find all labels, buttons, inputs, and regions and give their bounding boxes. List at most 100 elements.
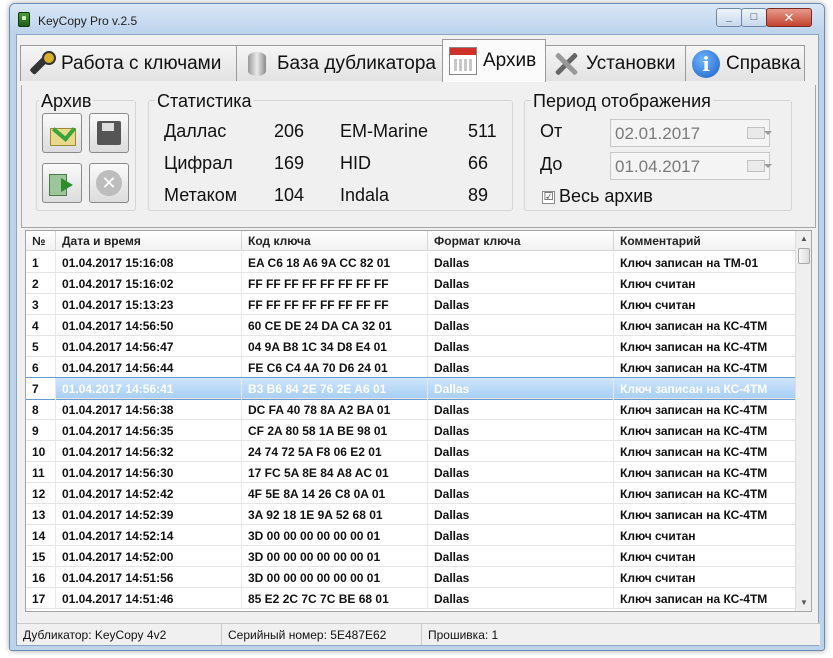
- load-archive-button[interactable]: [42, 113, 82, 153]
- row-datetime: 01.04.2017 14:56:32: [56, 441, 242, 462]
- row-key-code: FF FF FF FF FF FF FF FF: [242, 294, 428, 315]
- row-comment: Ключ записан на КС-4ТМ: [614, 483, 797, 504]
- stat-name-cyfral: Цифрал: [164, 153, 233, 173]
- table-row[interactable]: 5 01.04.2017 14:56:47 04 9A B8 1C 34 D8 E4…: [26, 336, 797, 357]
- table-row[interactable]: 14 01.04.2017 14:52:14 3D 00 00 00 00 00 0…: [26, 525, 797, 546]
- maximize-button[interactable]: □: [741, 8, 767, 27]
- row-key-format: Dallas: [428, 357, 614, 378]
- row-number: 6: [26, 357, 56, 378]
- statistics-group-title: Статистика: [155, 91, 254, 112]
- table-row[interactable]: 9 01.04.2017 14:56:35 CF 2A 80 58 1A BE 98…: [26, 420, 797, 441]
- close-button[interactable]: ✕: [766, 8, 812, 27]
- row-number: 17: [26, 588, 56, 609]
- row-number: 12: [26, 483, 56, 504]
- table-row[interactable]: 8 01.04.2017 14:56:38 DC FA 40 78 8A A2 BA…: [26, 399, 797, 420]
- row-key-format: Dallas: [428, 483, 614, 504]
- vertical-scrollbar[interactable]: ▲ ▼: [795, 231, 811, 611]
- row-key-format: Dallas: [428, 336, 614, 357]
- table-row[interactable]: 6 01.04.2017 14:56:44 FE C6 C4 4A 70 D6 24…: [26, 357, 797, 378]
- row-comment: Ключ считан: [614, 294, 797, 315]
- header-key-format[interactable]: Формат ключа: [428, 231, 614, 251]
- title-bar[interactable]: KeyCopy Pro v.2.5 _ □ ✕: [10, 4, 824, 34]
- row-datetime: 01.04.2017 14:52:14: [56, 525, 242, 546]
- row-key-code: FE C6 C4 4A 70 D6 24 01: [242, 357, 428, 378]
- from-date-picker[interactable]: 02.01.2017: [610, 119, 772, 147]
- row-key-format: Dallas: [428, 378, 614, 399]
- from-label: От: [540, 121, 563, 141]
- save-archive-button[interactable]: [89, 113, 129, 153]
- export-archive-button[interactable]: [42, 163, 82, 203]
- row-number: 13: [26, 504, 56, 525]
- row-key-code: DC FA 40 78 8A A2 BA 01: [242, 399, 428, 420]
- tab-help[interactable]: i Справка: [685, 45, 805, 81]
- table-row[interactable]: 12 01.04.2017 14:52:42 4F 5E 8A 14 26 C8 0…: [26, 483, 797, 504]
- row-key-code: 3D 00 00 00 00 00 00 01: [242, 546, 428, 567]
- tab-settings[interactable]: Установки: [545, 45, 686, 81]
- tab-archive[interactable]: Архив: [442, 39, 546, 82]
- stat-count-indala: 89: [468, 185, 489, 205]
- row-datetime: 01.04.2017 14:52:39: [56, 504, 242, 525]
- stat-name-metakom: Метаком: [164, 185, 238, 205]
- row-key-code: 3D 00 00 00 00 00 00 01: [242, 567, 428, 588]
- table-row[interactable]: 4 01.04.2017 14:56:50 60 CE DE 24 DA CA 32…: [26, 315, 797, 336]
- row-comment: Ключ записан на КС-4ТМ: [614, 588, 797, 609]
- table-row[interactable]: 2 01.04.2017 15:16:02 FF FF FF FF FF FF FF…: [26, 273, 797, 294]
- row-datetime: 01.04.2017 14:56:30: [56, 462, 242, 483]
- tab-duplicator-database[interactable]: База дубликатора: [236, 45, 443, 81]
- row-comment: Ключ считан: [614, 546, 797, 567]
- clear-archive-button[interactable]: ✕: [89, 163, 129, 203]
- minimize-button[interactable]: _: [716, 8, 742, 27]
- database-icon: [243, 50, 271, 78]
- scroll-thumb[interactable]: [798, 248, 810, 264]
- row-datetime: 01.04.2017 14:56:47: [56, 336, 242, 357]
- table-row[interactable]: 17 01.04.2017 14:51:46 85 E2 2C 7C 7C BE 6…: [26, 588, 797, 609]
- stat-count-metakom: 104: [274, 185, 305, 205]
- row-datetime: 01.04.2017 14:56:35: [56, 420, 242, 441]
- row-datetime: 01.04.2017 14:51:56: [56, 567, 242, 588]
- window-title: KeyCopy Pro v.2.5: [38, 14, 138, 28]
- minimize-icon: _: [725, 11, 733, 23]
- tools-icon: [552, 50, 580, 78]
- row-datetime: 01.04.2017 15:16:02: [56, 273, 242, 294]
- header-number[interactable]: №: [26, 231, 56, 251]
- header-datetime[interactable]: Дата и время: [56, 231, 242, 251]
- row-number: 1: [26, 252, 56, 273]
- all-archive-label: Весь архив: [559, 186, 653, 206]
- row-comment: Ключ записан на КС-4ТМ: [614, 378, 797, 399]
- status-firmware: Прошивка: 1: [428, 628, 499, 642]
- all-archive-checkbox[interactable]: ☑: [542, 191, 555, 204]
- header-comment[interactable]: Комментарий: [614, 231, 797, 251]
- table-header: № Дата и время Код ключа Формат ключа Ко…: [26, 231, 797, 251]
- clear-x-icon: ✕: [96, 170, 122, 196]
- app-window: KeyCopy Pro v.2.5 _ □ ✕ Работа с ключами…: [9, 3, 825, 651]
- tab-label: Установки: [586, 52, 676, 74]
- header-key-code[interactable]: Код ключа: [242, 231, 428, 251]
- tab-key-operations[interactable]: Работа с ключами: [20, 45, 237, 81]
- row-number: 2: [26, 273, 56, 294]
- status-bar: Дубликатор: KeyCopy 4v2 Серийный номер: …: [17, 623, 820, 645]
- calendar-dropdown-icon[interactable]: [747, 127, 772, 139]
- row-number: 16: [26, 567, 56, 588]
- table-row[interactable]: 16 01.04.2017 14:51:56 3D 00 00 00 00 00 0…: [26, 567, 797, 588]
- row-number: 11: [26, 462, 56, 483]
- table-row[interactable]: 13 01.04.2017 14:52:39 3A 92 18 1E 9A 52 6…: [26, 504, 797, 525]
- table-row[interactable]: 3 01.04.2017 15:13:23 FF FF FF FF FF FF FF…: [26, 294, 797, 315]
- row-number: 9: [26, 420, 56, 441]
- tab-label: Архив: [483, 50, 537, 71]
- scroll-down-icon[interactable]: ▼: [796, 595, 811, 611]
- scroll-up-icon[interactable]: ▲: [796, 231, 811, 247]
- to-date-picker[interactable]: 01.04.2017: [610, 152, 772, 180]
- table-row[interactable]: 15 01.04.2017 14:52:00 3D 00 00 00 00 00 0…: [26, 546, 797, 567]
- table-row[interactable]: 1 01.04.2017 15:16:08 EA C6 18 A6 9A CC 82…: [26, 252, 797, 273]
- row-key-code: 60 CE DE 24 DA CA 32 01: [242, 315, 428, 336]
- table-row[interactable]: 10 01.04.2017 14:56:32 24 74 72 5A F8 06 E…: [26, 441, 797, 462]
- table-row[interactable]: 11 01.04.2017 14:56:30 17 FC 5A 8E 84 A8 A…: [26, 462, 797, 483]
- table-row[interactable]: 7 01.04.2017 14:56:41 B3 B6 84 2E 76 2E A6…: [26, 377, 798, 400]
- close-icon: ✕: [783, 10, 795, 25]
- row-datetime: 01.04.2017 15:16:08: [56, 252, 242, 273]
- tab-label: Работа с ключами: [61, 52, 222, 74]
- row-key-code: CF 2A 80 58 1A BE 98 01: [242, 420, 428, 441]
- calendar-dropdown-icon[interactable]: [747, 160, 772, 172]
- floppy-disk-icon: [96, 120, 122, 146]
- row-key-code: FF FF FF FF FF FF FF FF: [242, 273, 428, 294]
